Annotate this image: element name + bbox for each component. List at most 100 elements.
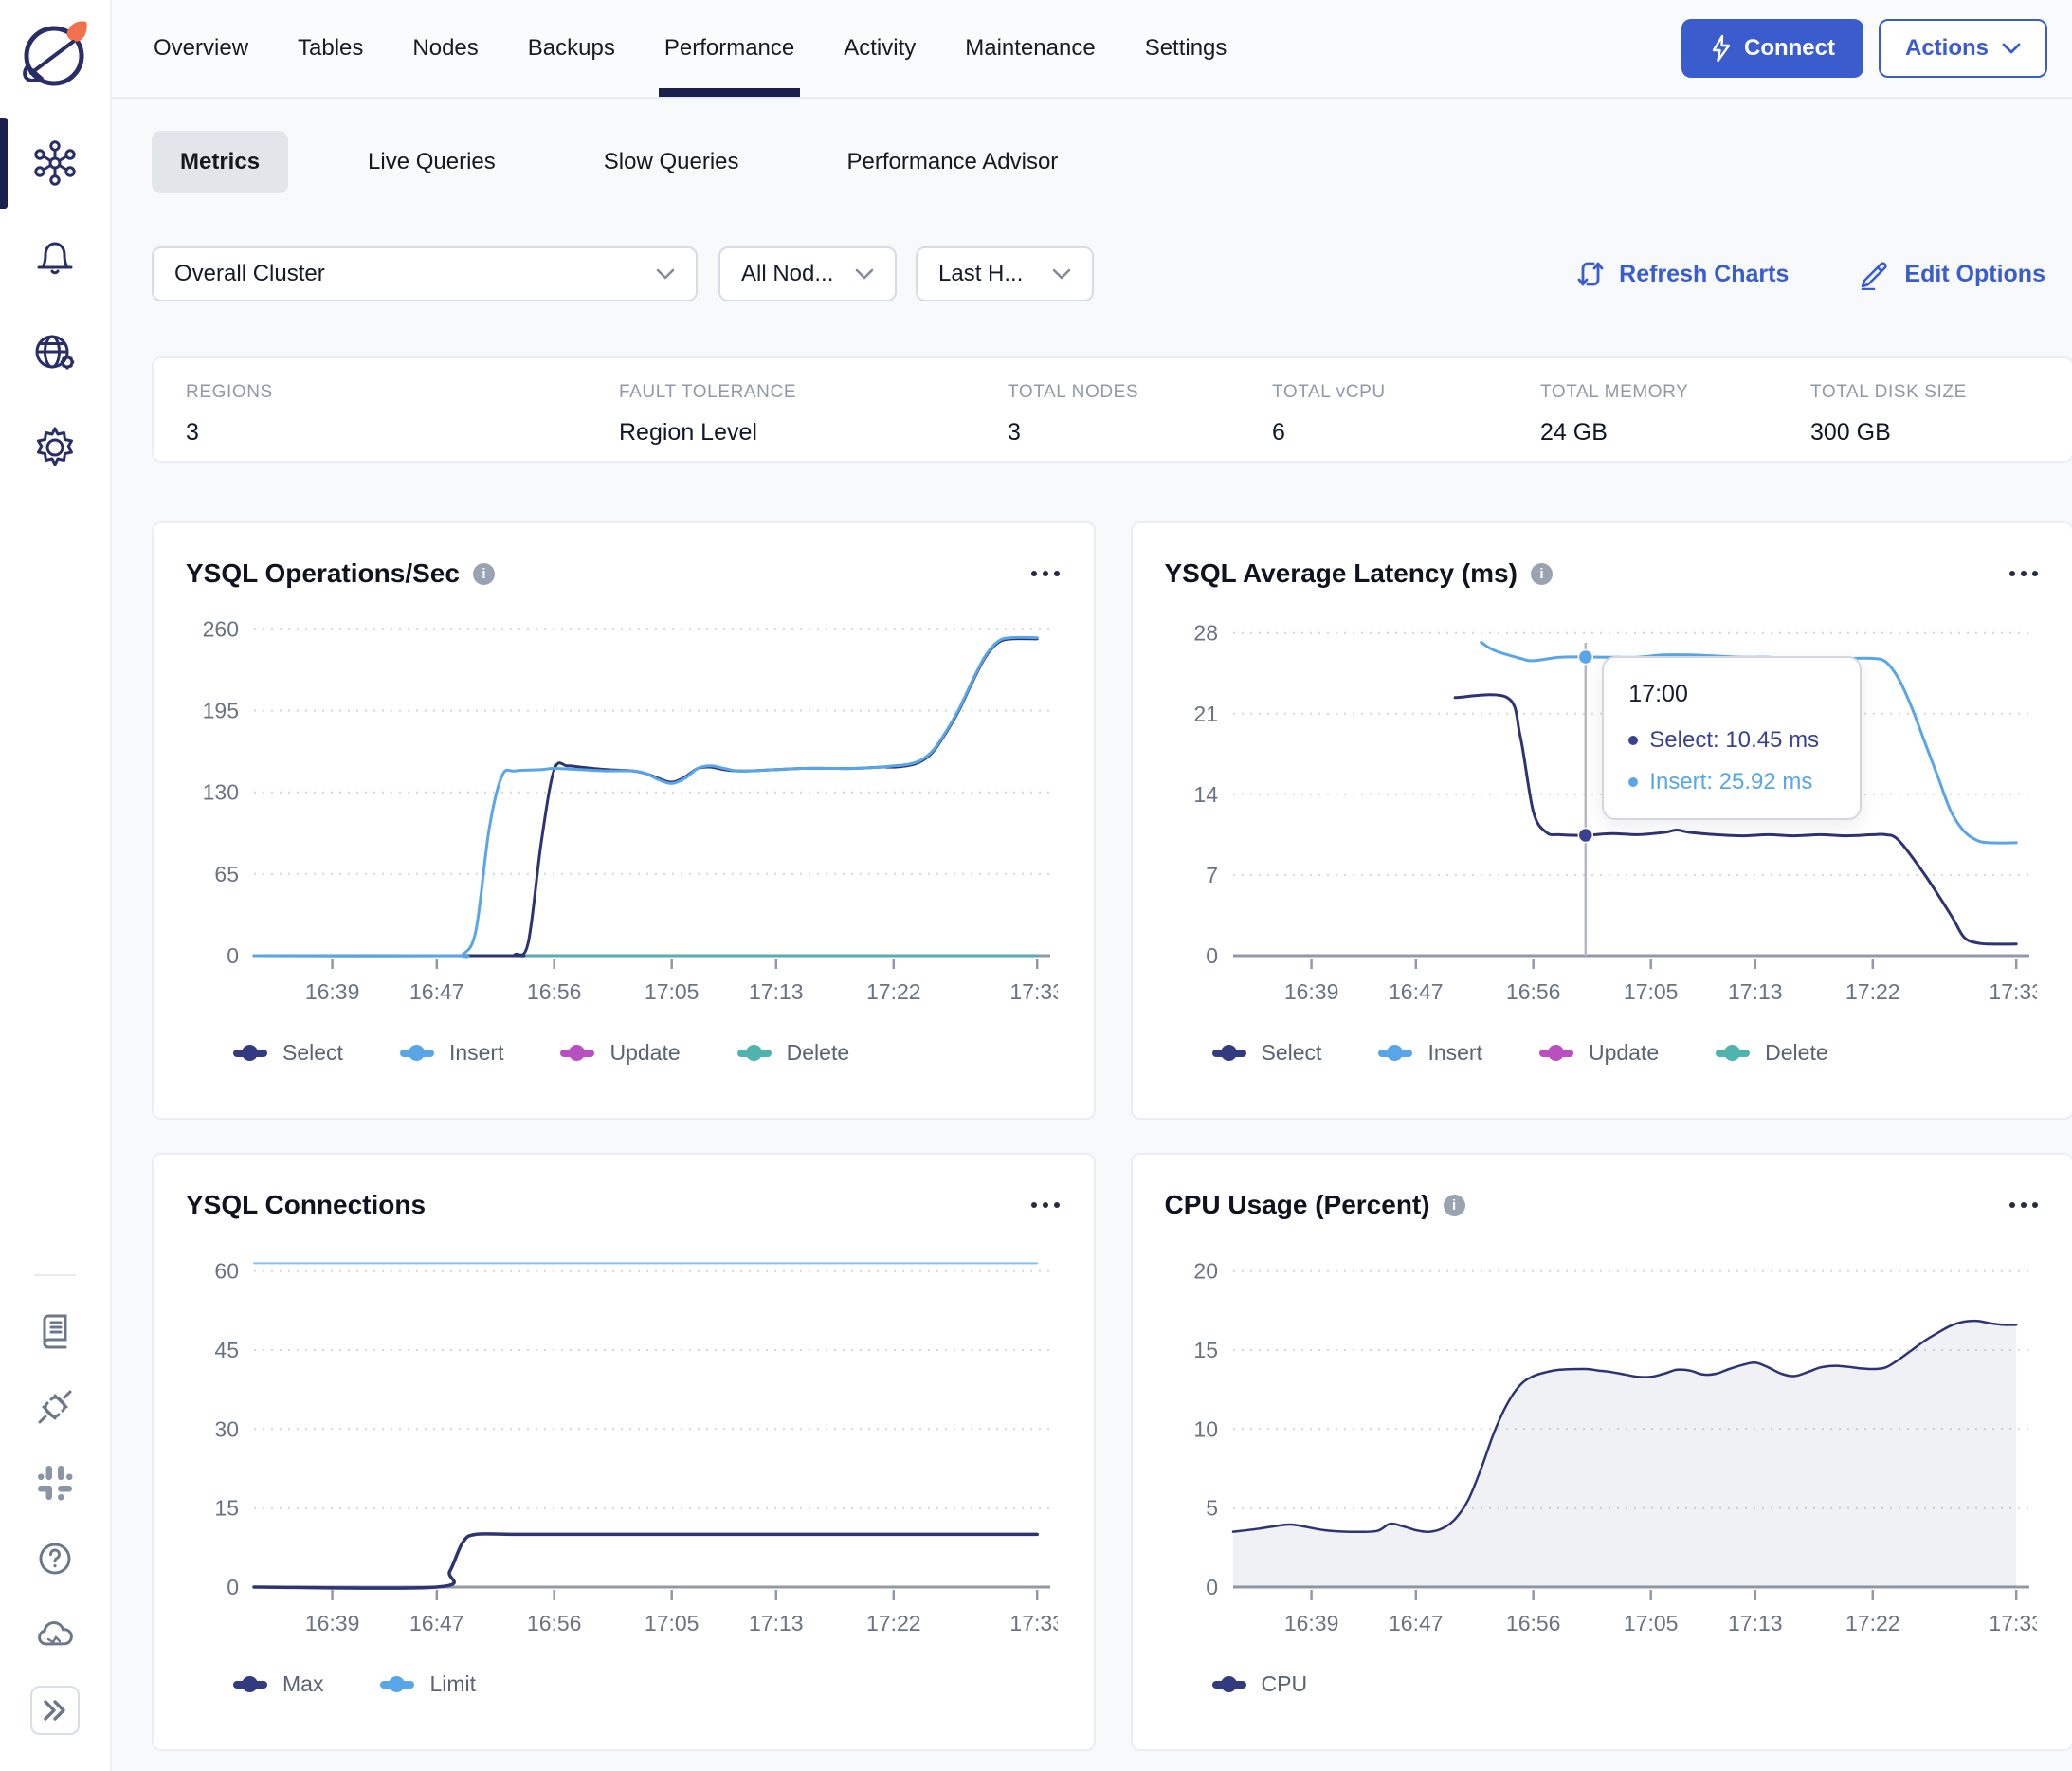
tab-activity[interactable]: Activity [842, 0, 918, 97]
svg-text:17:33: 17:33 [1009, 979, 1058, 1004]
chart-menu-button[interactable] [1029, 563, 1062, 584]
tab-nodes[interactable]: Nodes [410, 0, 480, 97]
time-range-value: Last H... [938, 261, 1024, 286]
svg-text:10: 10 [1193, 1416, 1218, 1441]
svg-text:14: 14 [1193, 782, 1218, 807]
chart-menu-button[interactable] [1029, 1195, 1062, 1215]
legend-item-cpu[interactable]: CPU [1211, 1671, 1308, 1697]
legend-label: Select [282, 1040, 343, 1065]
chart-canvas-cpu-usage: 0 5 10 15 20 16:39 16:47 16:56 17:05 17:13 17:22 17… [1193, 1259, 2044, 1635]
chart-legend: Select Insert Update Delete [233, 1040, 1062, 1066]
legend-item-update[interactable]: Update [560, 1040, 681, 1066]
nodes-select-value: All Nod... [741, 261, 834, 286]
chart-canvas-ysql-average-latency: 0 7 14 21 28 16:39 16:47 16:56 17:05 17:13 17:22 17… [1193, 621, 2044, 1004]
svg-text:195: 195 [203, 699, 239, 723]
sidebar-item-cloud-status[interactable] [30, 1610, 80, 1659]
legend-marker [399, 1045, 434, 1061]
sidebar-item-slack[interactable] [30, 1458, 80, 1507]
sidebar [0, 0, 112, 1771]
info-icon[interactable]: i [1443, 1194, 1465, 1216]
sidebar-item-help[interactable] [30, 1534, 80, 1583]
sidebar-item-settings[interactable] [30, 423, 80, 472]
edit-options-label: Edit Options [1904, 260, 2045, 287]
stat-value: 24 GB [1540, 419, 1608, 446]
info-icon[interactable]: i [472, 562, 495, 585]
cluster-select[interactable]: Overall Cluster [152, 246, 698, 301]
sidebar-divider [34, 1274, 76, 1276]
svg-text:45: 45 [214, 1338, 239, 1362]
subtab-live-queries[interactable]: Live Queries [339, 131, 524, 193]
svg-text:17:13: 17:13 [749, 979, 804, 1004]
chart-plot-area[interactable]: 0 15 30 45 60 16:39 16:47 16:56 17:05 17:13 17:22 1… [186, 1238, 1064, 1651]
chart-plot-area[interactable]: 0 7 14 21 28 16:39 16:47 16:56 17:05 17:13 17:22 17… [1165, 607, 2044, 1019]
stat-value: 6 [1272, 419, 1285, 446]
legend-item-update[interactable]: Update [1538, 1040, 1659, 1066]
svg-text:130: 130 [203, 780, 239, 805]
sidebar-item-docs[interactable] [30, 1306, 80, 1356]
stat-label: TOTAL NODES [1008, 382, 1139, 402]
svg-text:0: 0 [227, 1575, 239, 1599]
chart-menu-button[interactable] [2008, 1195, 2040, 1215]
legend-item-select[interactable]: Select [233, 1040, 343, 1066]
chart-header: YSQL Average Latency (ms) i [1165, 552, 2041, 595]
svg-text:20: 20 [1193, 1259, 1218, 1284]
refresh-charts-button[interactable]: Refresh Charts [1575, 258, 1789, 290]
subtab-metrics[interactable]: Metrics [152, 131, 289, 193]
tab-performance[interactable]: Performance [658, 0, 801, 97]
stat-total-vcpu: TOTAL vCPU 6 [1272, 382, 1540, 461]
legend-marker [233, 1045, 267, 1061]
actions-button[interactable]: Actions [1878, 19, 2047, 78]
nodes-select[interactable]: All Nod... [718, 246, 897, 301]
legend-item-limit[interactable]: Limit [380, 1671, 476, 1697]
legend-item-insert[interactable]: Insert [399, 1040, 503, 1066]
sidebar-footer [0, 1274, 110, 1771]
tab-backups[interactable]: Backups [526, 0, 617, 97]
chart-header: YSQL Operations/Sec i [186, 552, 1062, 595]
chart-menu-button[interactable] [2008, 563, 2040, 584]
svg-text:17:13: 17:13 [749, 1611, 804, 1635]
main-content: Metrics Live Queries Slow Queries Performan… [112, 99, 2072, 1771]
tab-overview[interactable]: Overview [152, 0, 250, 97]
svg-text:16:56: 16:56 [1505, 979, 1560, 1004]
svg-text:16:47: 16:47 [1389, 1611, 1444, 1635]
legend-label: Delete [1765, 1040, 1828, 1065]
brand-logo-icon[interactable] [12, 13, 98, 95]
subtab-performance-advisor[interactable]: Performance Advisor [819, 131, 1087, 193]
legend-item-insert[interactable]: Insert [1378, 1040, 1482, 1066]
sidebar-item-network[interactable] [30, 328, 80, 377]
tooltip-series-dot [1628, 777, 1639, 787]
sidebar-item-alerts[interactable] [30, 233, 80, 283]
stat-value: 300 GB [1810, 419, 1891, 446]
legend-marker [736, 1045, 772, 1061]
edit-options-button[interactable]: Edit Options [1859, 258, 2045, 290]
sidebar-nav [0, 118, 110, 472]
tooltip-series-value: Select: 10.45 ms [1649, 727, 1820, 753]
sidebar-item-integrations[interactable] [30, 1382, 80, 1432]
tab-tables[interactable]: Tables [296, 0, 365, 97]
connect-button[interactable]: Connect [1681, 19, 1863, 78]
legend-item-delete[interactable]: Delete [736, 1040, 849, 1066]
tab-maintenance[interactable]: Maintenance [963, 0, 1097, 97]
chart-plot-area[interactable]: 0 5 10 15 20 16:39 16:47 16:56 17:05 17:13 17:22 17… [1165, 1238, 2044, 1651]
chart-tooltip: 17:00 Select: 10.45 ms Insert: 25.92 ms [1602, 656, 1863, 820]
pencil-icon [1862, 262, 1887, 290]
tab-settings[interactable]: Settings [1143, 0, 1229, 97]
svg-text:260: 260 [203, 616, 239, 641]
subtab-slow-queries[interactable]: Slow Queries [575, 131, 768, 193]
legend-label: CPU [1261, 1671, 1308, 1696]
legend-item-select[interactable]: Select [1211, 1040, 1321, 1066]
time-range-select[interactable]: Last H... [916, 246, 1094, 301]
legend-item-delete[interactable]: Delete [1716, 1040, 1828, 1066]
sidebar-item-clusters[interactable] [0, 118, 80, 209]
filters-row: Overall Cluster All Nod... Last H... Ref… [152, 246, 2072, 301]
chevron-down-icon [855, 268, 874, 279]
svg-text:0: 0 [1206, 943, 1218, 968]
legend-item-max[interactable]: Max [233, 1671, 323, 1697]
svg-text:16:56: 16:56 [1505, 1611, 1560, 1635]
chart-plot-area[interactable]: 0 65 130 195 260 16:39 16:47 16:56 17:05 17:13 17:… [186, 607, 1064, 1019]
legend-marker [1716, 1045, 1751, 1061]
sidebar-expand-button[interactable] [30, 1686, 80, 1735]
chart-header: YSQL Connections [186, 1183, 1062, 1227]
svg-text:21: 21 [1193, 702, 1218, 726]
info-icon[interactable]: i [1530, 562, 1553, 585]
